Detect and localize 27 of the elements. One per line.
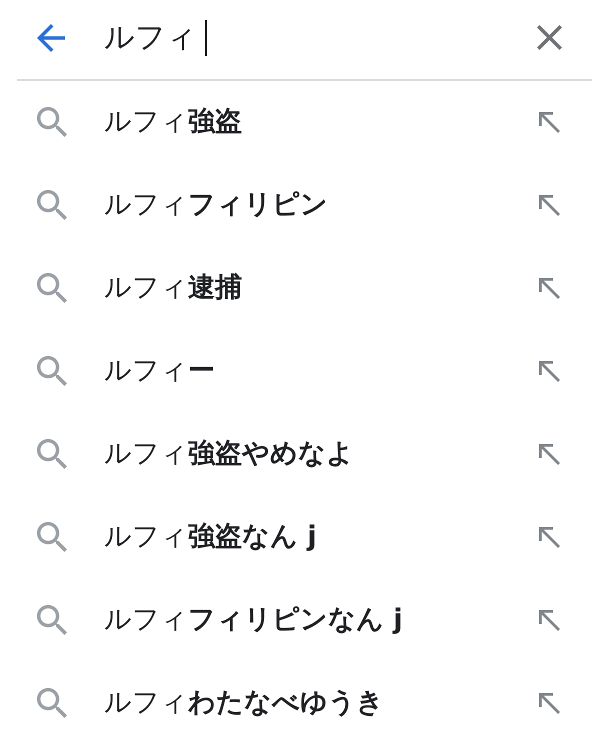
suggestion-text[interactable]: ルフィフィリピン	[104, 187, 539, 223]
up-left-arrow-icon[interactable]	[539, 692, 560, 714]
search-icon	[37, 522, 67, 552]
search-icon	[37, 356, 67, 386]
suggestion-text[interactable]: ルフィ強盗なん j	[104, 519, 539, 555]
search-icon	[37, 439, 67, 469]
suggestion-text[interactable]: ルフィ強盗やめなよ	[104, 436, 539, 472]
search-icon	[37, 273, 67, 303]
up-left-arrow-icon[interactable]	[539, 278, 560, 298]
suggestion-text[interactable]: ルフィ強盗	[104, 104, 539, 140]
suggestion-text[interactable]: ルフィ逮捕	[104, 270, 539, 306]
suggestion-text[interactable]: ルフィー	[104, 353, 539, 389]
up-left-arrow-icon[interactable]	[539, 360, 560, 382]
up-left-arrow-icon[interactable]	[539, 444, 560, 464]
up-left-arrow-icon[interactable]	[539, 194, 560, 216]
search-icon	[37, 107, 67, 137]
search-icon	[37, 605, 67, 635]
suggestion-text[interactable]: ルフィフィリピンなん j	[104, 602, 539, 638]
search-icon	[37, 190, 67, 220]
up-left-arrow-icon[interactable]	[539, 610, 560, 630]
close-icon[interactable]	[537, 25, 562, 50]
up-left-arrow-icon[interactable]	[539, 112, 560, 132]
search-field[interactable]: ルフィ	[104, 18, 537, 58]
up-left-arrow-icon[interactable]	[539, 526, 560, 548]
search-icon	[37, 688, 67, 718]
suggestion-text[interactable]: ルフィわたなべゆうき	[104, 685, 539, 721]
back-arrow-icon[interactable]	[37, 24, 65, 52]
